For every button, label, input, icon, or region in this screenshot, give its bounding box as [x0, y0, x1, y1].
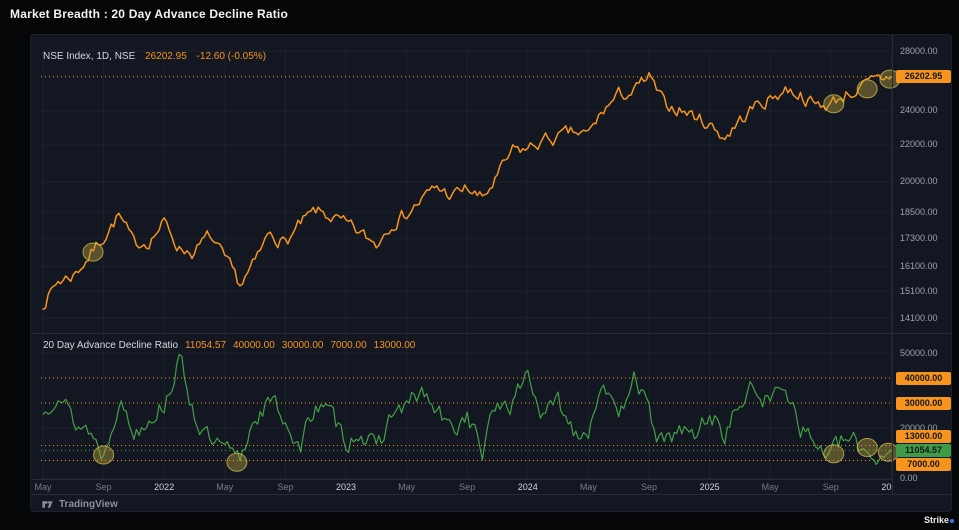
highlight-circle-annotation — [82, 242, 104, 262]
highlight-circle-annotation — [823, 94, 845, 114]
highlight-circle-annotation — [856, 438, 878, 457]
time-axis-label: 2024 — [517, 482, 538, 492]
time-axis-label: Sep — [459, 482, 476, 492]
indicator-legend[interactable]: 20 Day Advance Decline Ratio 11054.57 4000… — [43, 340, 415, 351]
price-axis-label: 22000.00 — [900, 139, 938, 150]
tradingview-label: TradingView — [59, 498, 118, 510]
symbol-change: -12.60 (-0.05%) — [196, 51, 267, 62]
price-axis-badge: 26202.95 — [896, 70, 951, 84]
time-axis-label: Sep — [277, 482, 294, 492]
tradingview-attribution[interactable]: TradingView — [31, 494, 951, 511]
price-axis-label: 18500.00 — [900, 206, 938, 217]
time-axis-label: May — [398, 482, 416, 492]
price-axis-label: 0.00 — [900, 472, 918, 483]
time-axis-label: Sep — [95, 482, 112, 492]
chart-card: NSE Index, 1D, NSE 26202.95 -12.60 (-0.0… — [30, 34, 952, 512]
chart-canvas[interactable] — [31, 35, 952, 512]
price-axis-badge: 11054.57 — [896, 443, 951, 457]
time-axis-label: 2025 — [699, 482, 720, 492]
time-axis-label: Sep — [640, 482, 658, 492]
tradingview-logo-icon — [41, 498, 54, 511]
price-axis-badge: 40000.00 — [896, 371, 951, 385]
price-axis-label: 16100.00 — [900, 260, 938, 271]
strike-dot-icon — [950, 519, 954, 523]
time-axis-label: May — [761, 482, 779, 492]
price-axis-label: 24000.00 — [900, 105, 938, 116]
symbol-name[interactable]: NSE Index, 1D, NSE — [43, 51, 135, 62]
indicator-value: 40000.00 — [233, 340, 275, 351]
time-axis-label: 2026 — [881, 482, 892, 492]
price-axis-label: 14100.00 — [900, 312, 938, 323]
highlight-circle-annotation — [856, 79, 878, 99]
price-axis-label: 50000.00 — [900, 347, 938, 358]
indicator-value: 7000.00 — [330, 340, 367, 351]
price-axis-label: 20000.00 — [900, 176, 938, 187]
time-axis-label: May — [34, 482, 52, 492]
price-axis-badge: 7000.00 — [896, 458, 951, 471]
time-axis-label: Sep — [822, 482, 839, 492]
time-axis-label: 2022 — [154, 482, 175, 492]
price-axis[interactable]: 28000.00 26202.95 24000.00 22000.00 20000.00… — [892, 35, 951, 494]
indicator-values: 11054.57 40000.00 30000.00 7000.00 13000.00 — [178, 340, 415, 351]
time-axis-label: May — [579, 482, 597, 492]
price-axis-badge: 13000.00 — [896, 430, 951, 443]
highlight-circle-annotation — [226, 452, 248, 472]
price-axis-label: 17300.00 — [900, 232, 938, 243]
main-series-legend[interactable]: NSE Index, 1D, NSE 26202.95 -12.60 (-0.0… — [43, 51, 266, 62]
price-axis-label: 28000.00 — [900, 45, 938, 56]
time-axis-label: May — [216, 482, 234, 492]
page-title: Market Breadth : 20 Day Advance Decline … — [10, 7, 288, 21]
highlight-circle-annotation — [93, 445, 115, 465]
time-axis-label: 2023 — [335, 482, 357, 492]
symbol-last-price: 26202.95 — [145, 51, 187, 62]
price-axis-badge: 30000.00 — [896, 396, 951, 410]
strike-label: Strike — [923, 515, 949, 525]
indicator-value: 11054.57 — [185, 340, 227, 351]
indicator-value: 13000.00 — [373, 340, 416, 351]
indicator-name[interactable]: 20 Day Advance Decline Ratio — [43, 340, 178, 351]
indicator-value: 30000.00 — [281, 340, 324, 351]
time-axis[interactable]: May Sep 2022 May Sep 2023 May Sep 2024 May Sep 2025… — [31, 479, 892, 494]
strike-watermark: Strike — [924, 515, 954, 525]
price-axis-label: 15100.00 — [900, 285, 938, 296]
highlight-circle-annotation — [823, 444, 845, 464]
